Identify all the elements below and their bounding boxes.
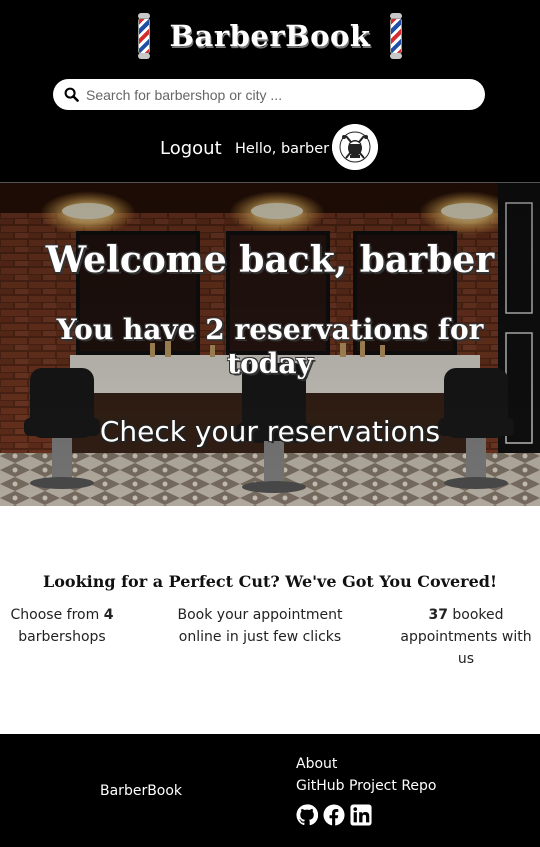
brand-logo-link[interactable]: BarberBook (170, 19, 371, 53)
barbershop-count: 4 (103, 607, 114, 623)
features-title: Looking for a Perfect Cut? We've Got You… (42, 572, 497, 591)
social-icons (296, 804, 372, 826)
search-input[interactable] (86, 83, 476, 106)
linkedin-icon[interactable] (350, 804, 372, 826)
github-icon[interactable] (296, 804, 319, 826)
facebook-icon[interactable] (323, 804, 345, 826)
feature-appointments: 37 booked appointments with us (392, 604, 540, 670)
check-reservations-link[interactable]: Check your reservations (0, 415, 540, 448)
avatar[interactable] (332, 124, 378, 170)
logout-link[interactable]: Logout (160, 138, 222, 159)
user-greeting: Hello, barber (235, 141, 330, 157)
github-repo-link[interactable]: GitHub Project Repo (296, 778, 436, 794)
barber-pole-icon (136, 13, 152, 59)
search-bar (53, 79, 485, 110)
hero-welcome-heading: Welcome back, barber (45, 239, 495, 281)
site-footer: BarberBook About GitHub Project Repo (0, 734, 540, 847)
barber-pole-icon (388, 13, 404, 59)
hero-banner: Welcome back, barber You have 2 reservat… (0, 182, 540, 506)
feature-text: booked appointments with us (400, 607, 532, 667)
about-link[interactable]: About (296, 756, 337, 772)
user-row: Logout Hello, barber (0, 124, 540, 170)
site-header: BarberBook Logout Hello, barber (0, 0, 540, 182)
features-section: Looking for a Perfect Cut? We've Got You… (0, 506, 540, 734)
brand-row: BarberBook (0, 12, 540, 60)
feature-online-booking: Book your appointment online in just few… (177, 607, 343, 645)
hero-reservations-text: You have 2 reservations for today (56, 313, 484, 380)
search-icon[interactable] (64, 87, 79, 102)
footer-brand: BarberBook (100, 783, 183, 799)
feature-text: Choose from (10, 607, 104, 623)
feature-text: barbershops (18, 629, 106, 645)
feature-barbershops: Choose from 4 barbershops (2, 604, 122, 648)
appointment-count: 37 (428, 607, 448, 623)
